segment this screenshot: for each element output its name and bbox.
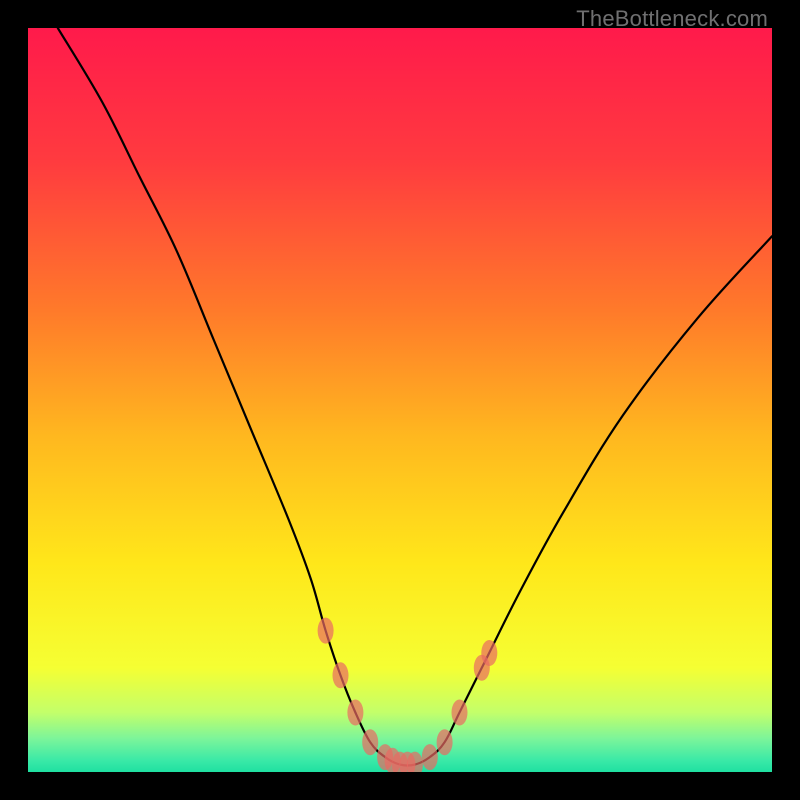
curve-marker bbox=[481, 640, 497, 666]
gradient-background bbox=[28, 28, 772, 772]
curve-marker bbox=[362, 729, 378, 755]
chart-svg bbox=[28, 28, 772, 772]
curve-marker bbox=[437, 729, 453, 755]
chart-frame: TheBottleneck.com bbox=[0, 0, 800, 800]
curve-marker bbox=[333, 662, 349, 688]
curve-marker bbox=[422, 744, 438, 770]
plot-area bbox=[28, 28, 772, 772]
curve-marker bbox=[452, 700, 468, 726]
curve-marker bbox=[347, 700, 363, 726]
curve-marker bbox=[318, 618, 334, 644]
